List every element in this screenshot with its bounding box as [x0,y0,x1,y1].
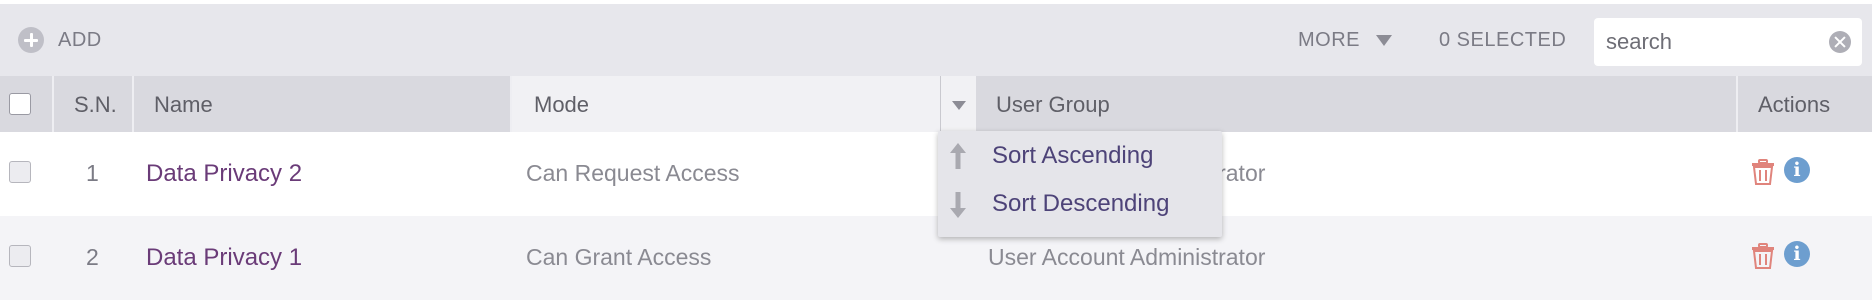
info-icon[interactable]: i [1784,157,1810,183]
header-name[interactable]: Name [134,76,512,132]
more-button-label: MORE [1298,28,1360,51]
row-sn: 2 [86,244,99,270]
arrow-down-icon [950,192,966,218]
row-checkbox[interactable] [9,161,31,183]
add-button-label: ADD [58,28,102,51]
row-user-group: User Account Administrator [988,244,1266,270]
search-box [1594,18,1862,66]
info-icon[interactable]: i [1784,241,1810,267]
row-mode: Can Request Access [526,160,740,186]
header-mode[interactable]: Mode [512,76,940,132]
table-row[interactable]: 1 Data Privacy 2 Can Request Access User… [0,132,1872,216]
row-name-link[interactable]: Data Privacy 2 [146,160,302,188]
header-sn-label: S.N. [74,92,117,117]
header-sn[interactable]: S.N. [54,76,134,132]
header-actions: Actions [1738,76,1872,132]
row-mode: Can Grant Access [526,244,712,270]
row-checkbox[interactable] [9,245,31,267]
sort-ascending-label: Sort Ascending [992,142,1154,169]
column-menu-toggle[interactable] [940,76,976,132]
table-row[interactable]: 2 Data Privacy 1 Can Grant Access User A… [0,216,1872,300]
trash-icon[interactable] [1751,243,1775,269]
header-user-group-label: User Group [996,92,1110,117]
sort-dropdown-menu: Sort Ascending Sort Descending [938,131,1222,237]
add-button[interactable]: ADD [18,25,102,55]
header-actions-label: Actions [1758,92,1831,117]
caret-down-icon [1376,34,1392,46]
header-user-group[interactable]: User Group [976,76,1738,132]
table-header: S.N. Name Mode User Group Actions [0,76,1872,132]
plus-circle-icon [18,27,44,53]
row-sn: 1 [86,160,99,186]
clear-circle-icon[interactable] [1829,31,1851,53]
select-all-checkbox[interactable] [9,93,31,115]
arrow-up-icon [950,143,966,169]
row-name-link[interactable]: Data Privacy 1 [146,244,302,272]
sort-descending-item[interactable]: Sort Descending [938,181,1222,227]
selected-count: 0 SELECTED [1439,29,1567,51]
trash-icon[interactable] [1751,159,1775,185]
header-mode-label: Mode [534,92,590,117]
header-name-label: Name [154,92,213,117]
more-menu-button[interactable]: MORE [1298,25,1392,55]
sort-ascending-item[interactable]: Sort Ascending [938,133,1222,179]
access-grants-view: ADD MORE 0 SELECTED S.N. Name Mode User … [0,0,1872,308]
toolbar: ADD MORE 0 SELECTED [0,4,1872,76]
search-input[interactable] [1606,28,1816,56]
header-select-cell [0,76,54,132]
sort-descending-label: Sort Descending [992,190,1170,217]
